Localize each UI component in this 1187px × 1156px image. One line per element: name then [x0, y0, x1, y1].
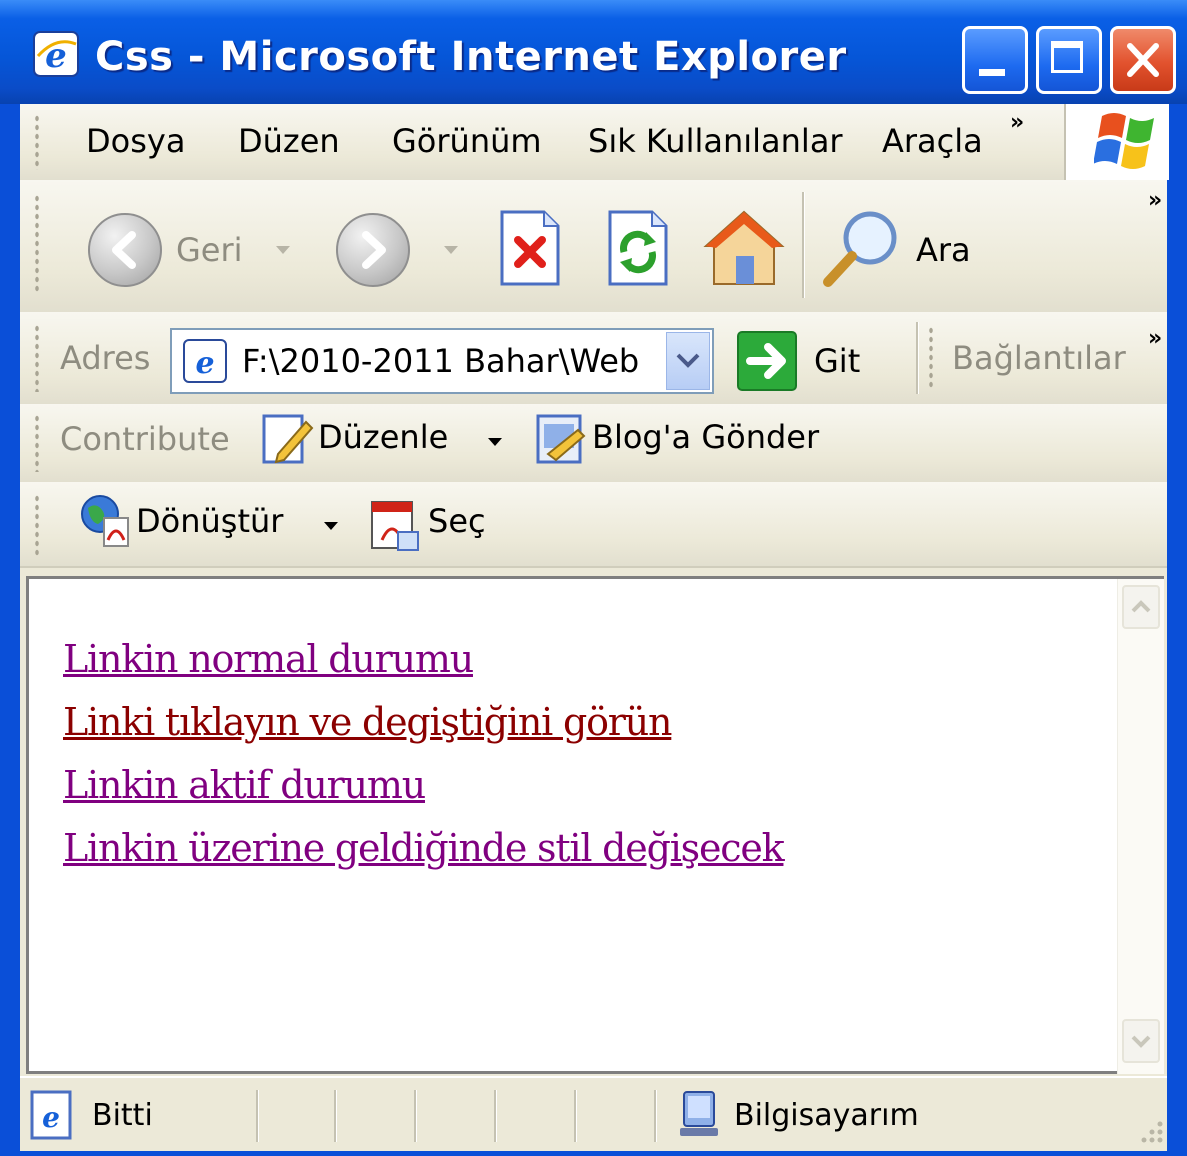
blog-post-label: Blog'a Gönder	[592, 418, 820, 456]
search-label: Ara	[916, 231, 971, 269]
convert-button[interactable]: Dönüştür	[78, 492, 358, 552]
windows-flag-logo	[1064, 104, 1169, 180]
svg-text:e: e	[195, 346, 214, 381]
select-label: Seç	[428, 502, 486, 540]
address-separator	[916, 322, 919, 394]
page-icon: e	[183, 339, 227, 383]
links-label[interactable]: Bağlantılar	[952, 339, 1126, 377]
window-title: Css - Microsoft Internet Explorer	[95, 34, 847, 80]
select-button[interactable]: Seç	[368, 492, 528, 552]
minimize-icon	[979, 69, 1005, 76]
ie-window: e Css - Microsoft Internet Explorer Dosy…	[0, 0, 1187, 1156]
status-separator	[574, 1090, 577, 1142]
computer-zone-icon	[680, 1091, 718, 1136]
convert-globe-icon	[81, 495, 129, 547]
menu-duzen[interactable]: Düzen	[238, 122, 340, 160]
scroll-down-button[interactable]	[1122, 1019, 1160, 1063]
back-label[interactable]: Geri	[176, 231, 243, 269]
status-separator	[414, 1090, 417, 1142]
vertical-scrollbar[interactable]	[1117, 579, 1164, 1074]
status-text: Bitti	[92, 1098, 153, 1133]
address-grip[interactable]	[34, 324, 40, 392]
edit-label: Düzenle	[318, 418, 449, 456]
go-label: Git	[814, 342, 861, 380]
page-content: Linkin normal durumu Linki tıklayın ve d…	[26, 576, 1164, 1074]
minimize-button[interactable]	[962, 26, 1028, 94]
address-bar: Adres e F:\2010-2011 Bahar\Web Git Bağla…	[20, 312, 1167, 406]
convert-label: Dönüştür	[136, 502, 284, 540]
address-value: F:\2010-2011 Bahar\Web	[242, 342, 640, 380]
stop-button[interactable]	[498, 208, 562, 288]
links-grip[interactable]	[928, 326, 934, 390]
pdf-toolbar: Dönüştür Seç	[20, 482, 1167, 568]
back-button[interactable]	[88, 213, 162, 287]
link-visited[interactable]: Linki tıklayın ve degiştiğini görün	[63, 700, 673, 744]
search-icon	[823, 211, 897, 287]
link-active[interactable]: Linkin aktif durumu	[63, 763, 426, 807]
links-more-chevron[interactable]: »	[1148, 326, 1162, 351]
convert-dropdown-arrow[interactable]	[324, 522, 338, 530]
toolbar-separator	[802, 192, 805, 298]
status-separator	[654, 1090, 657, 1142]
chevron-down-icon	[676, 353, 700, 368]
menu-tools[interactable]: Araçla	[882, 122, 983, 160]
blog-post-button[interactable]: Blog'a Gönder	[534, 410, 834, 470]
close-button[interactable]	[1110, 26, 1176, 94]
contribute-grip[interactable]	[34, 414, 40, 472]
menu-bar: Dosya Düzen Görünüm Sık Kullanılanlar Ar…	[20, 104, 1169, 182]
status-bar: e Bitti Bilgisayarım	[20, 1076, 1167, 1150]
menu-gorunum[interactable]: Görünüm	[392, 122, 542, 160]
status-separator	[494, 1090, 497, 1142]
forward-dropdown-arrow[interactable]	[444, 246, 458, 254]
pdf-select-icon	[371, 501, 419, 551]
search-button[interactable]: Ara	[820, 206, 1000, 290]
toolbar-grip[interactable]	[34, 194, 40, 294]
standard-toolbar: Geri Ara »	[20, 180, 1167, 314]
scroll-up-button[interactable]	[1122, 585, 1160, 629]
maximize-button[interactable]	[1036, 26, 1102, 94]
link-hover[interactable]: Linkin üzerine geldiğinde stil değişecek	[63, 826, 785, 870]
forward-button[interactable]	[336, 213, 410, 287]
refresh-button[interactable]	[606, 208, 670, 288]
stop-icon	[500, 210, 560, 286]
edit-dropdown-arrow[interactable]	[488, 438, 502, 446]
menu-grip[interactable]	[34, 114, 40, 170]
ie-logo-icon: e	[32, 30, 80, 82]
address-dropdown-button[interactable]	[666, 332, 710, 390]
go-arrow-icon	[737, 331, 797, 391]
forward-arrow-icon	[362, 231, 386, 269]
toolbar-more-chevron[interactable]: »	[1148, 188, 1162, 213]
menu-favorites[interactable]: Sık Kullanılanlar	[588, 122, 843, 160]
back-arrow-icon	[112, 231, 136, 269]
go-button[interactable]: Git	[736, 330, 876, 391]
address-label: Adres	[60, 339, 151, 377]
title-bar[interactable]: e Css - Microsoft Internet Explorer	[0, 0, 1187, 104]
zone-label: Bilgisayarım	[734, 1098, 919, 1133]
pdf-grip[interactable]	[34, 494, 40, 556]
back-dropdown-arrow[interactable]	[276, 246, 290, 254]
menu-dosya[interactable]: Dosya	[86, 122, 185, 160]
address-input[interactable]: e F:\2010-2011 Bahar\Web	[170, 328, 714, 394]
status-separator	[256, 1090, 259, 1142]
edit-button[interactable]: Düzenle	[260, 410, 510, 470]
close-icon	[1127, 43, 1159, 77]
resize-grip-icon[interactable]	[1136, 1116, 1166, 1146]
edit-pencil-icon	[262, 414, 314, 464]
blog-icon	[536, 414, 586, 464]
window-client: Dosya Düzen Görünüm Sık Kullanılanlar Ar…	[20, 104, 1169, 1151]
link-normal[interactable]: Linkin normal durumu	[63, 637, 474, 681]
maximize-icon	[1051, 41, 1083, 73]
svg-text:e: e	[42, 1101, 60, 1134]
home-button[interactable]	[702, 206, 786, 290]
contribute-toolbar: Contribute Düzenle Blog'a Gönder	[20, 404, 1167, 484]
chevron-up-icon	[1131, 600, 1151, 613]
home-icon	[703, 210, 785, 285]
page-done-icon: e	[30, 1090, 72, 1140]
menu-more-chevron[interactable]: »	[1010, 110, 1024, 135]
contribute-label: Contribute	[60, 420, 230, 458]
status-separator	[334, 1090, 337, 1142]
chevron-down-icon	[1131, 1035, 1151, 1048]
refresh-icon	[608, 210, 668, 286]
